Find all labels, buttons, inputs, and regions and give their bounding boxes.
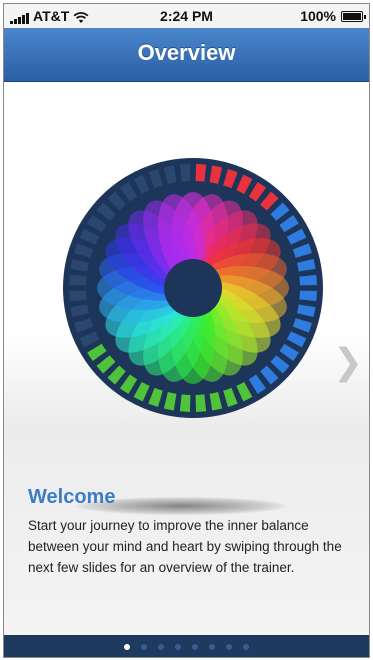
status-bar: AT&T 2:24 PM 100% [4,4,369,28]
battery-percent: 100% [300,8,336,24]
page-dot[interactable] [243,644,249,650]
ring-segment [179,164,191,182]
ring-segment [179,394,191,412]
welcome-body: Start your journey to improve the inner … [28,518,342,575]
welcome-title: Welcome [28,486,116,508]
color-wheel-svg [63,158,323,418]
ring-segment [69,274,87,286]
battery-icon [341,10,366,22]
page-dot[interactable] [209,644,215,650]
page-dot[interactable] [141,644,147,650]
page-dot[interactable] [158,644,164,650]
navigation-bar: Overview [4,28,369,82]
wheel-center [164,259,222,317]
page-indicator[interactable] [4,635,369,657]
chevron-right-icon[interactable]: ❯ [333,344,363,380]
phone-screen: AT&T 2:24 PM 100% Overview ❯ Welcome Sta… [3,3,370,658]
ring-segment [195,164,207,182]
page-dot[interactable] [175,644,181,650]
page-dot[interactable] [226,644,232,650]
status-right: 100% [300,8,366,24]
ring-segment [195,394,207,412]
ring-segment [299,274,317,286]
welcome-section: Welcome Start your journey to improve th… [28,486,358,578]
page-title: Overview [137,40,236,65]
page-dot[interactable] [192,644,198,650]
page-dot[interactable] [124,644,130,650]
color-wheel-graphic [62,157,324,419]
ring-segment [299,290,317,302]
ring-segment [69,290,87,302]
